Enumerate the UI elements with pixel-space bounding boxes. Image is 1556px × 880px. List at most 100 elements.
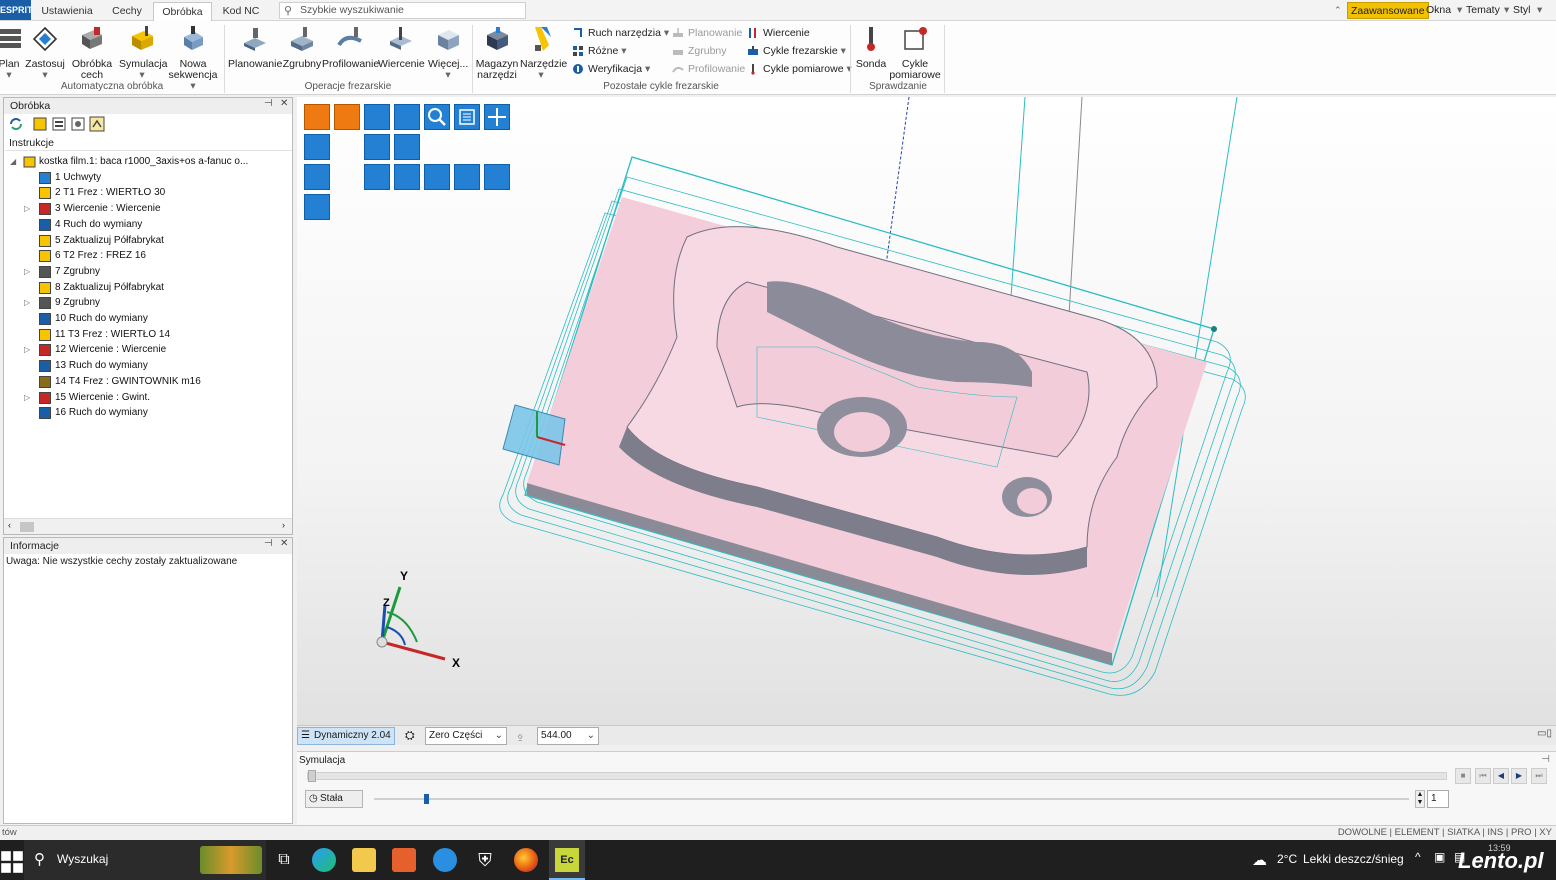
- facing-cycle-button[interactable]: Planowanie: [672, 25, 742, 41]
- edge-icon[interactable]: [312, 848, 336, 872]
- constant-speed-button[interactable]: ◷ Stała: [305, 790, 363, 808]
- security-shield-icon[interactable]: ⛨: [473, 848, 497, 872]
- operation-icon: [39, 281, 51, 294]
- milling-cycles-button[interactable]: Cykle frezarskie ▾: [747, 43, 846, 59]
- sequence-icon[interactable]: [89, 116, 105, 132]
- tab-cechy[interactable]: Cechy: [101, 2, 153, 21]
- distance-select[interactable]: 544.00 ⌄: [537, 727, 599, 745]
- zero-select[interactable]: Zero Części ⌄: [425, 727, 507, 745]
- measure-cycles-large-button[interactable]: Cykle pomiarowe: [889, 25, 941, 81]
- profiling-button[interactable]: Profilowanie: [322, 25, 379, 70]
- forward-end-icon[interactable]: ⏭: [1531, 768, 1547, 784]
- collapse-icon[interactable]: ◢: [10, 154, 16, 170]
- tab-kod-nc[interactable]: Kod NC: [212, 2, 270, 21]
- stop-icon[interactable]: ■: [1455, 768, 1471, 784]
- roughing-button[interactable]: Zgrubny: [282, 25, 322, 70]
- expand-icon[interactable]: ▷: [24, 390, 30, 406]
- tool-move-button[interactable]: Ruch narzędzia ▾: [572, 25, 669, 41]
- quick-search-input[interactable]: ⚲ Szybkie wyszukiwanie: [279, 2, 526, 19]
- scrollbar-thumb[interactable]: [20, 522, 34, 532]
- apply-button[interactable]: Zastosuj ▾: [25, 25, 65, 81]
- group-label-check: Sprawdzanie: [869, 81, 927, 92]
- layout-icon[interactable]: ▭▯: [1537, 728, 1552, 739]
- profiling-cycle-button[interactable]: Profilowanie: [672, 61, 745, 77]
- task-view-icon[interactable]: ⧉: [272, 848, 296, 872]
- various-button[interactable]: Różne ▾: [572, 43, 627, 59]
- expand-icon[interactable]: ▷: [24, 201, 30, 217]
- refresh-icon[interactable]: [8, 116, 24, 132]
- chevron-down-icon[interactable]: ▾: [1537, 2, 1542, 19]
- close-icon[interactable]: ✕: [280, 538, 288, 549]
- themes-menu[interactable]: Tematy: [1466, 2, 1500, 19]
- ribbon-separator: [944, 25, 945, 93]
- tool-magazine-button[interactable]: Magazyn narzędzi: [474, 25, 520, 81]
- step-spinner[interactable]: ▲ ▼: [1415, 790, 1425, 808]
- tool-list-icon[interactable]: [70, 116, 86, 132]
- list-icon[interactable]: [51, 116, 67, 132]
- more-operations-button[interactable]: Więcej... ▾: [428, 25, 468, 81]
- column-header-instrukcje[interactable]: Instrukcje: [5, 136, 292, 151]
- tree-item-label: 12 Wiercenie : Wiercenie: [55, 344, 167, 356]
- speed-slider-handle[interactable]: [424, 794, 429, 804]
- ribbon-separator: [224, 25, 225, 93]
- facing-button[interactable]: Planowanie: [228, 25, 282, 70]
- verification-icon: [573, 64, 583, 74]
- feature-machining-button[interactable]: Obróbka cech: [70, 25, 114, 81]
- pin-icon[interactable]: ⊣: [264, 538, 273, 549]
- tray-icon[interactable]: ▣: [1434, 850, 1445, 864]
- pin-icon[interactable]: ⊣: [1541, 754, 1550, 765]
- probe-button[interactable]: Sonda: [853, 25, 889, 70]
- drilling-cycle-button[interactable]: Wiercenie: [747, 25, 810, 41]
- axis-x-label: X: [452, 656, 460, 670]
- firefox-icon[interactable]: [514, 848, 538, 872]
- step-back-icon[interactable]: ◀: [1493, 768, 1509, 784]
- expand-icon[interactable]: ▷: [24, 342, 30, 358]
- scroll-left-icon[interactable]: ‹: [8, 520, 11, 530]
- 3d-viewport[interactable]: X Y Z: [297, 97, 1556, 725]
- speed-slider-track[interactable]: [374, 794, 1409, 804]
- roughing-cycle-button[interactable]: Zgrubny: [672, 43, 727, 59]
- simulation-progress-handle[interactable]: [308, 770, 316, 782]
- expand-icon[interactable]: ▷: [24, 264, 30, 280]
- tools-button[interactable]: Narzędzie ▾: [520, 25, 567, 81]
- horizontal-scrollbar[interactable]: ‹ ›: [4, 518, 292, 534]
- info-message: Uwaga: Nie wszystkie cechy zostały zaktu…: [6, 556, 238, 567]
- rewind-icon[interactable]: ⏮: [1475, 768, 1491, 784]
- simulation-progress-track[interactable]: [307, 770, 1447, 782]
- advanced-mode-button[interactable]: Zaawansowane: [1347, 2, 1429, 19]
- menu-icon: ☰: [301, 730, 310, 741]
- display-mode-button[interactable]: ☰ Dynamiczny 2.04: [297, 727, 395, 745]
- tree-item-label: 7 Zgrubny: [55, 265, 101, 277]
- verification-button[interactable]: Weryfikacja ▾: [572, 61, 650, 77]
- operations-icon[interactable]: [32, 116, 48, 132]
- close-icon[interactable]: ✕: [280, 98, 288, 109]
- esprit-taskbar-button[interactable]: Ec: [549, 840, 585, 880]
- taskbar-search[interactable]: ⚲ Wyszukaj: [24, 840, 266, 880]
- step-input[interactable]: 1: [1427, 790, 1449, 808]
- play-icon[interactable]: ▶: [1511, 768, 1527, 784]
- tab-ustawienia[interactable]: Ustawienia: [33, 2, 101, 21]
- windows-menu[interactable]: Okna: [1426, 2, 1451, 19]
- outlook-icon[interactable]: [392, 848, 416, 872]
- status-text: tów: [2, 827, 17, 838]
- file-explorer-icon[interactable]: [352, 848, 376, 872]
- windows-start-icon[interactable]: [0, 850, 24, 874]
- measure-cycles-button[interactable]: Cykle pomiarowe ▾: [747, 61, 852, 77]
- app-logo[interactable]: ESPRIT: [0, 0, 33, 20]
- drilling-button[interactable]: Wiercenie: [378, 25, 425, 70]
- facing-cycle-icon: [673, 28, 683, 37]
- tab-obrobka[interactable]: Obróbka: [153, 2, 212, 21]
- search-icon: ⚲: [284, 5, 293, 17]
- chevron-down-icon[interactable]: ▾: [1457, 2, 1462, 19]
- scroll-right-icon[interactable]: ›: [282, 520, 285, 530]
- chevron-down-icon[interactable]: ▾: [1504, 2, 1509, 19]
- pin-icon[interactable]: ⊣: [264, 98, 273, 109]
- plan-button[interactable]: Plan ▾: [0, 25, 22, 81]
- internet-explorer-icon[interactable]: [433, 848, 457, 872]
- style-menu[interactable]: Styl: [1513, 2, 1531, 19]
- simulation-button[interactable]: Symulacja ▾: [119, 25, 167, 81]
- tray-chevron-icon[interactable]: ^: [1415, 850, 1421, 864]
- collapse-ribbon-icon[interactable]: ⌃: [1334, 2, 1342, 19]
- expand-icon[interactable]: ▷: [24, 295, 30, 311]
- tree-item-label: 14 T4 Frez : GWINTOWNIK m16: [55, 375, 201, 387]
